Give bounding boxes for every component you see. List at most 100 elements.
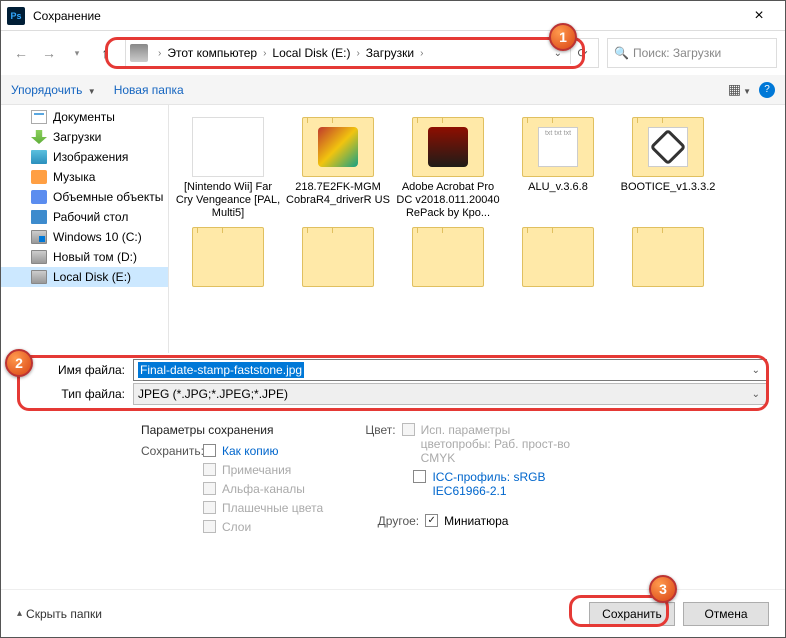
layers-label: Слои	[222, 520, 251, 534]
filename-label: Имя файла:	[19, 363, 133, 377]
desktop-icon	[31, 210, 47, 224]
view-mode-button[interactable]: ▦▼	[728, 81, 751, 98]
footer: ▴ Скрыть папки Сохранить Отмена	[1, 589, 785, 637]
breadcrumb-item[interactable]: Этот компьютер	[167, 46, 257, 60]
sidebar-item-music[interactable]: Музыка	[1, 167, 168, 187]
filetype-select[interactable]: JPEG (*.JPG;*.JPEG;*.JPE) ⌄	[133, 383, 767, 405]
nav-back[interactable]: ←	[9, 41, 33, 65]
nav-recent-dropdown[interactable]: ▾	[65, 41, 89, 65]
file-name: Adobe Acrobat Pro DC v2018.011.20040 ReP…	[395, 181, 501, 221]
breadcrumb-item[interactable]: Загрузки	[366, 46, 414, 60]
thumbnail-checkbox[interactable]	[425, 514, 438, 527]
folder-item[interactable]	[615, 227, 721, 291]
sidebar-item-label: Новый том (D:)	[53, 250, 137, 264]
sidebar-item-label: Windows 10 (C:)	[53, 230, 142, 244]
folder-item[interactable]: BOOTICE_v1.3.3.2	[615, 117, 721, 221]
organize-label: Упорядочить	[11, 83, 82, 97]
sidebar-item-documents[interactable]: Документы	[1, 107, 168, 127]
save-label: Сохранить:	[141, 444, 197, 458]
folder-item[interactable]: [Nintendo Wii] Far Cry Vengeance [PAL, M…	[175, 117, 281, 221]
as-copy-checkbox[interactable]	[203, 444, 216, 457]
file-grid[interactable]: [Nintendo Wii] Far Cry Vengeance [PAL, M…	[169, 105, 785, 353]
sidebar-item-label: Local Disk (E:)	[53, 270, 131, 284]
sidebar-item-label: Изображения	[53, 150, 128, 164]
drive-icon	[31, 230, 47, 244]
close-button[interactable]: ×	[739, 7, 779, 25]
folder-item[interactable]: Adobe Acrobat Pro DC v2018.011.20040 ReP…	[395, 117, 501, 221]
folder-item[interactable]	[505, 227, 611, 291]
sidebar-item-drive-d[interactable]: Новый том (D:)	[1, 247, 168, 267]
chevron-right-icon: ›	[350, 48, 365, 59]
filename-value: Final-date-stamp-faststone.jpg	[138, 362, 304, 378]
drive-icon	[130, 44, 148, 62]
folder-thumb	[522, 227, 594, 287]
hide-folders-link[interactable]: Скрыть папки	[26, 607, 102, 621]
sidebar-item-3dobjects[interactable]: Объемные объекты	[1, 187, 168, 207]
file-name: BOOTICE_v1.3.3.2	[615, 181, 721, 194]
save-fields: Имя файла: Final-date-stamp-faststone.jp…	[1, 353, 785, 411]
file-name: ALU_v.3.6.8	[505, 181, 611, 194]
other-label: Другое:	[363, 514, 419, 528]
chevron-down-icon: ▼	[88, 87, 96, 96]
sidebar-item-label: Загрузки	[53, 130, 101, 144]
chevron-right-icon: ›	[414, 48, 429, 59]
music-icon	[31, 170, 47, 184]
cube-icon	[31, 190, 47, 204]
titlebar: Ps Сохранение ×	[1, 1, 785, 31]
sidebar-item-downloads[interactable]: Загрузки	[1, 127, 168, 147]
window-title: Сохранение	[33, 9, 739, 23]
sidebar-item-desktop[interactable]: Рабочий стол	[1, 207, 168, 227]
sidebar-item-label: Рабочий стол	[53, 210, 128, 224]
filename-input[interactable]: Final-date-stamp-faststone.jpg ⌄	[133, 359, 767, 381]
folder-thumb	[632, 117, 704, 177]
nav-bar: ← → ▾ ↑ › Этот компьютер › Local Disk (E…	[1, 31, 785, 75]
search-icon: 🔍	[614, 46, 629, 60]
file-name: [Nintendo Wii] Far Cry Vengeance [PAL, M…	[175, 181, 281, 221]
save-options: Параметры сохранения Сохранить:Как копию…	[1, 411, 785, 542]
chevron-right-icon: ›	[257, 48, 272, 59]
folder-thumb	[412, 227, 484, 287]
new-folder-button[interactable]: Новая папка	[114, 83, 184, 97]
downloads-icon	[31, 130, 47, 144]
folder-item[interactable]	[285, 227, 391, 291]
icc-label: ICC-профиль: sRGB IEC61966-2.1	[432, 470, 583, 498]
folder-thumb	[632, 227, 704, 287]
folder-thumb	[192, 117, 264, 177]
folder-item[interactable]	[175, 227, 281, 291]
alpha-checkbox	[203, 482, 216, 495]
folder-thumb: txt txt txt	[522, 117, 594, 177]
folder-item[interactable]	[395, 227, 501, 291]
drive-icon	[31, 270, 47, 284]
sidebar-item-pictures[interactable]: Изображения	[1, 147, 168, 167]
sidebar-item-label: Музыка	[53, 170, 95, 184]
sidebar-item-label: Документы	[53, 110, 115, 124]
icc-checkbox[interactable]	[413, 470, 426, 483]
breadcrumb[interactable]: › Этот компьютер › Local Disk (E:) › Заг…	[125, 38, 599, 68]
as-copy-label: Как копию	[222, 444, 279, 458]
sidebar: Документы Загрузки Изображения Музыка Об…	[1, 105, 169, 353]
notes-checkbox	[203, 463, 216, 476]
sidebar-item-label: Объемные объекты	[53, 190, 163, 204]
chevron-right-icon: ›	[152, 48, 167, 59]
nav-up[interactable]: ↑	[93, 41, 117, 65]
sidebar-item-drive-e[interactable]: Local Disk (E:)	[1, 267, 168, 287]
chevron-up-icon: ▴	[17, 608, 22, 619]
folder-item[interactable]: txt txt txt ALU_v.3.6.8	[505, 117, 611, 221]
save-button[interactable]: Сохранить	[589, 602, 675, 626]
documents-icon	[31, 110, 47, 124]
organize-button[interactable]: Упорядочить ▼	[11, 83, 96, 97]
folder-thumb	[192, 227, 264, 287]
folder-item[interactable]: 218.7E2FK-MGM CobraR4_driverR US	[285, 117, 391, 221]
search-input[interactable]: 🔍 Поиск: Загрузки	[607, 38, 777, 68]
breadcrumb-item[interactable]: Local Disk (E:)	[272, 46, 350, 60]
refresh-button[interactable]: ⟳	[570, 42, 594, 64]
chevron-down-icon[interactable]: ⌄	[752, 365, 760, 376]
cancel-button[interactable]: Отмена	[683, 602, 769, 626]
breadcrumb-dropdown[interactable]: ⌄	[550, 48, 566, 59]
proof-checkbox	[402, 423, 415, 436]
help-button[interactable]: ?	[759, 82, 775, 98]
drive-icon	[31, 250, 47, 264]
sidebar-item-drive-c[interactable]: Windows 10 (C:)	[1, 227, 168, 247]
photoshop-icon: Ps	[7, 7, 25, 25]
proof-label: Исп. параметры цветопробы: Раб. прост-во…	[421, 423, 584, 465]
